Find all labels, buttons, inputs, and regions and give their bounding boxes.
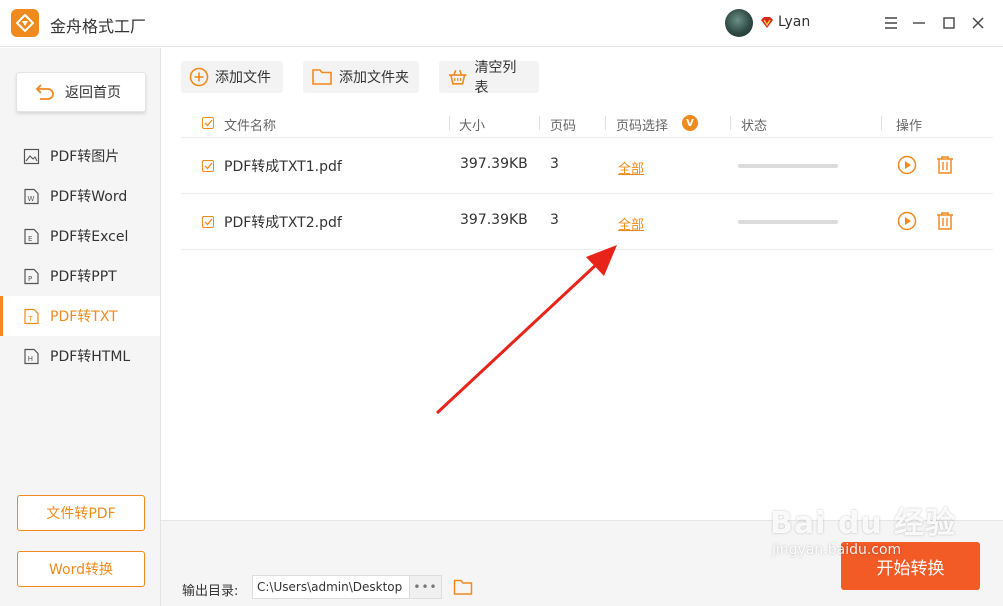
sidebar-item-label: PDF转Excel	[50, 229, 129, 245]
sidebar-item-pdf-to-word[interactable]: W PDF转Word	[0, 176, 160, 216]
image-file-icon	[23, 148, 40, 164]
vip-diamond-icon	[761, 17, 773, 28]
maximize-icon[interactable]	[938, 12, 960, 34]
column-divider	[730, 116, 731, 130]
row-checkbox[interactable]	[202, 160, 214, 172]
check-icon	[204, 218, 213, 226]
output-dir-label: 输出目录:	[182, 584, 239, 599]
home-button[interactable]: 返回首页	[16, 72, 146, 112]
column-divider	[449, 116, 450, 130]
select-all-checkbox[interactable]	[202, 117, 214, 129]
title-bar: 金舟格式工厂 Lyan	[0, 0, 1003, 47]
clear-list-button[interactable]: 清空列表	[439, 60, 539, 96]
table-row: PDF转成TXT2.pdf 397.39KB 3 全部	[181, 194, 993, 250]
return-arrow-icon	[35, 84, 54, 100]
minimize-icon[interactable]	[908, 12, 930, 34]
row-checkbox[interactable]	[202, 216, 214, 228]
sidebar-item-pdf-to-txt[interactable]: T PDF转TXT	[0, 296, 160, 336]
svg-text:T: T	[27, 315, 33, 323]
word-convert-button[interactable]: Word转换	[17, 551, 145, 587]
sidebar-item-label: PDF转HTML	[50, 349, 131, 365]
home-button-label: 返回首页	[65, 85, 121, 101]
page-select-link[interactable]: 全部	[618, 214, 644, 233]
app-logo-icon	[11, 9, 39, 37]
check-icon	[204, 119, 213, 127]
sidebar-item-label: PDF转TXT	[50, 309, 118, 325]
trash-icon[interactable]	[935, 211, 955, 231]
play-icon[interactable]	[897, 155, 917, 175]
svg-text:E: E	[28, 235, 32, 243]
play-icon[interactable]	[897, 211, 917, 231]
svg-text:P: P	[28, 275, 32, 283]
word-file-icon: W	[24, 188, 39, 204]
excel-file-icon: E	[24, 228, 39, 244]
add-folder-button[interactable]: 添加文件夹	[303, 61, 419, 93]
file-name: PDF转成TXT1.pdf	[224, 159, 342, 175]
file-table-header: 文件名称 大小 页码 页码选择 V 状态 操作	[181, 108, 993, 138]
open-folder-icon[interactable]	[453, 578, 473, 596]
sidebar-item-pdf-to-html[interactable]: H PDF转HTML	[0, 336, 160, 376]
column-divider	[539, 116, 540, 130]
svg-text:H: H	[28, 355, 33, 363]
add-file-button[interactable]: 添加文件	[181, 61, 283, 93]
header-status: 状态	[741, 119, 768, 134]
html-file-icon: H	[24, 348, 39, 364]
page-select-link[interactable]: 全部	[618, 158, 644, 177]
sidebar-item-label: PDF转Word	[50, 189, 128, 205]
output-dir-field[interactable]: C:\Users\admin\Desktop	[252, 575, 410, 599]
add-folder-label: 添加文件夹	[339, 70, 409, 86]
file-size: 397.39KB	[460, 156, 528, 172]
sidebar-item-label: PDF转图片	[50, 149, 120, 165]
table-row: PDF转成TXT1.pdf 397.39KB 3 全部	[181, 138, 993, 194]
file-to-pdf-button[interactable]: 文件转PDF	[17, 495, 145, 531]
bottom-bar: 输出目录: C:\Users\admin\Desktop ••• 开始转换	[161, 520, 1003, 606]
page-count: 3	[550, 212, 559, 228]
sidebar-item-pdf-to-excel[interactable]: E PDF转Excel	[0, 216, 160, 256]
check-icon	[204, 162, 213, 170]
file-size: 397.39KB	[460, 212, 528, 228]
header-file-name: 文件名称	[224, 119, 277, 134]
header-actions: 操作	[896, 119, 923, 134]
sidebar-item-pdf-to-image[interactable]: PDF转图片	[0, 136, 160, 176]
header-pages: 页码	[550, 119, 577, 134]
clear-list-label: 清空列表	[474, 60, 517, 96]
txt-file-icon: T	[24, 308, 39, 324]
basket-icon	[448, 69, 467, 85]
file-name: PDF转成TXT2.pdf	[224, 215, 342, 231]
sidebar: 返回首页 PDF转图片 W PDF转Word E PDF转Excel P PDF…	[0, 48, 161, 606]
menu-icon[interactable]	[880, 12, 902, 34]
column-divider	[605, 116, 606, 130]
app-title: 金舟格式工厂	[50, 17, 147, 36]
trash-icon[interactable]	[935, 155, 955, 175]
sidebar-item-pdf-to-ppt[interactable]: P PDF转PPT	[0, 256, 160, 296]
vip-badge: V	[682, 115, 698, 131]
close-icon[interactable]	[967, 12, 989, 34]
page-count: 3	[550, 156, 559, 172]
folder-icon	[312, 69, 332, 85]
ppt-file-icon: P	[24, 268, 39, 284]
username[interactable]: Lyan	[778, 14, 810, 30]
column-divider	[881, 116, 882, 130]
header-size: 大小	[459, 119, 486, 134]
plus-circle-icon	[189, 67, 209, 87]
svg-text:W: W	[28, 195, 35, 203]
progress-bar	[738, 164, 838, 168]
browse-more-button[interactable]: •••	[410, 575, 442, 599]
progress-bar	[738, 220, 838, 224]
avatar[interactable]	[725, 9, 753, 37]
sidebar-item-label: PDF转PPT	[50, 269, 117, 285]
add-file-label: 添加文件	[215, 70, 271, 86]
start-convert-button[interactable]: 开始转换	[841, 542, 980, 590]
header-page-select: 页码选择	[616, 119, 669, 134]
